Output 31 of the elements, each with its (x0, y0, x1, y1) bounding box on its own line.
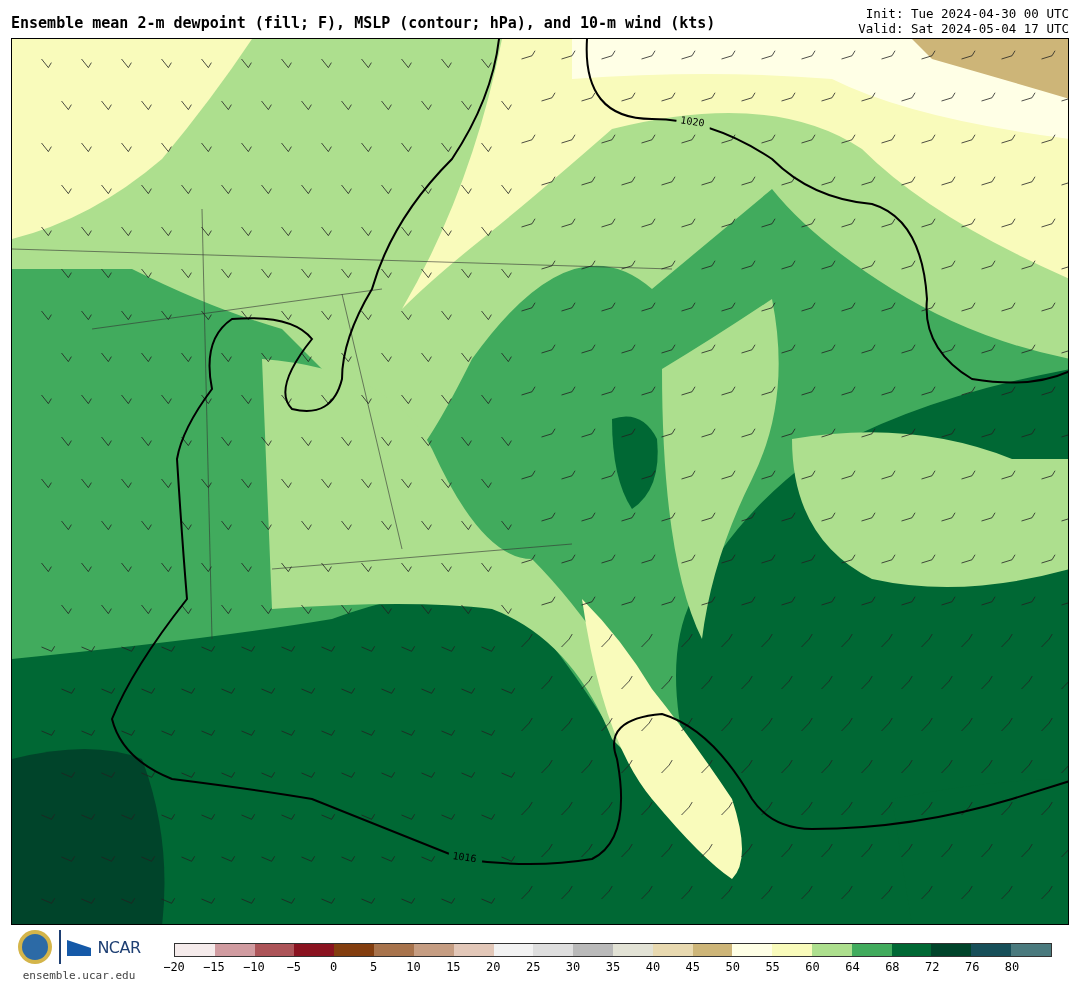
colorbar-tick-label: 0 (330, 960, 338, 974)
colorbar-tick-label: 20 (486, 960, 501, 974)
colorbar-tick-label: −15 (203, 960, 225, 974)
colorbar-tick-label: 60 (805, 960, 820, 974)
colorbar-tick-label: 80 (1004, 960, 1020, 974)
colorbar-tick-label: 45 (685, 960, 701, 974)
chart-title: Ensemble mean 2-m dewpoint (fill; F), MSLP (contour; hPa), and 10-m wind (kts) (11, 14, 716, 34)
colorbar-tick-label: 68 (885, 960, 900, 974)
init-time: Init: Tue 2024-04-30 00 UTC (865, 6, 1069, 21)
colorbar-tick-label: 55 (765, 960, 780, 974)
colorbar-tick-label: 50 (725, 960, 740, 974)
valid-time: Valid: Sat 2024-05-04 17 UTC (858, 21, 1069, 36)
colorbar-tick-label: 25 (525, 960, 541, 974)
logo-text: NCAR (97, 937, 141, 957)
colorbar-tick-label: −20 (163, 960, 185, 974)
colorbar-tick-label: 40 (645, 960, 661, 974)
colorbar-tick-label: 30 (565, 960, 581, 974)
colorbar-tick-label: 15 (446, 960, 461, 974)
isobar-label: 1020 (679, 114, 706, 129)
colorbar-tick-label: 76 (964, 960, 980, 974)
colorbar-tick-label: 5 (369, 960, 378, 974)
colorbar-tick-label: −5 (286, 960, 301, 974)
colorbar-tick-label: −10 (242, 960, 265, 974)
colorbar-tick-label: 72 (925, 960, 940, 974)
ncar-logo-icon (67, 938, 92, 956)
colorbar-tick-label: 35 (605, 960, 621, 974)
isobar-label: 1016 (451, 850, 478, 865)
colorbar-tick-label: 64 (845, 960, 860, 974)
nsf-logo-icon (17, 929, 54, 965)
colorbar-tick-label: 10 (406, 960, 421, 974)
website-url: ensemble.ucar.edu (22, 969, 136, 982)
